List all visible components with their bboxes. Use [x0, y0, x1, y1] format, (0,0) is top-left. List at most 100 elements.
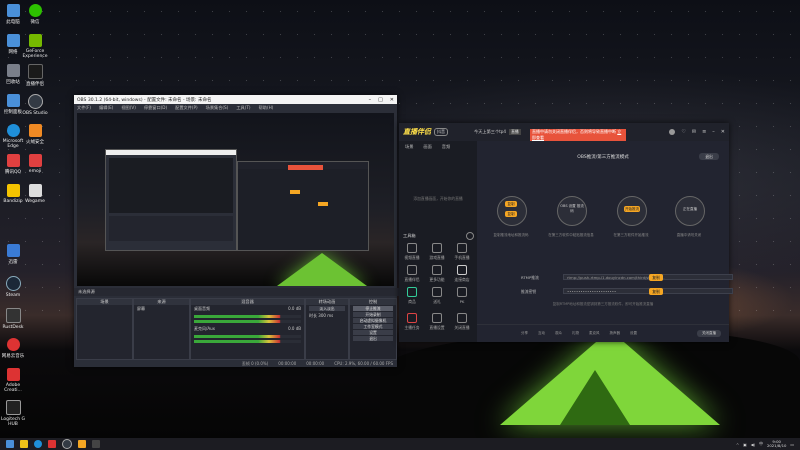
controls-dock: 控制 停止推流 开始录制 启动虚拟摄像机 工作室模式 设置 退出 — [349, 298, 397, 360]
sources-dock: 来源 屏幕 — [133, 298, 190, 360]
scenes-dock-title: 场景 — [77, 299, 132, 305]
tool-game-live[interactable]: 游戏直播 — [426, 243, 448, 261]
desktop-icon-zhibo[interactable]: 直播伴侣 — [22, 64, 48, 87]
virtual-camera-button[interactable]: 启动虚拟摄像机 — [353, 318, 393, 323]
desktop-icon-obs[interactable]: OBS Studio — [22, 94, 48, 116]
stream-title[interactable]: 今天上第三个tp4 — [474, 129, 506, 135]
desktop-icon-rustdesk[interactable]: RustDesk — [0, 308, 26, 330]
mixer-track-db: 0.0 dB — [288, 306, 301, 311]
tool-gift[interactable]: 送礼 — [426, 287, 448, 305]
platform-badge[interactable]: 抖音 — [434, 128, 448, 136]
gift-button[interactable]: 礼物 — [572, 331, 579, 336]
volume-icon[interactable]: ◀) — [751, 442, 755, 447]
tool-phone-live[interactable]: 手机直播 — [451, 243, 473, 261]
share-button[interactable]: 分享 — [521, 331, 528, 336]
zhibo-icon[interactable] — [78, 440, 86, 448]
desktop-icon-adobe[interactable]: Adobe Creati... — [0, 368, 26, 393]
desktop-icon-steam[interactable]: Steam — [0, 276, 26, 298]
network-icon[interactable]: ▣ — [743, 442, 747, 447]
tool-close-live[interactable]: 关闭直播 — [451, 313, 473, 331]
minimize-icon[interactable]: – — [712, 129, 715, 135]
tab-scene[interactable]: 场景 — [405, 144, 413, 150]
menu-docks[interactable]: 停靠窗口(D) — [144, 105, 167, 111]
tool-store[interactable]: 连接商店 — [451, 265, 473, 283]
netease-music-icon — [6, 338, 20, 351]
desktop-icon-wechat[interactable]: 微信 — [22, 4, 48, 25]
scenes-dock: 场景 — [76, 298, 133, 360]
speaker-button[interactable]: 扬声器 — [610, 331, 621, 336]
close-icon[interactable]: ✕ — [390, 97, 394, 103]
desktop-icon-geforce[interactable]: GeForce Experience — [22, 34, 48, 59]
desktop-icon-huorong[interactable]: 火绒安全 — [22, 124, 48, 145]
toolbox-settings-icon[interactable] — [466, 232, 474, 240]
pk-icon — [457, 287, 467, 297]
audio-meter-mic-2 — [194, 340, 301, 343]
mail-icon[interactable]: ✉ — [692, 129, 696, 135]
end-live-button[interactable]: 关闭直播 — [697, 330, 721, 337]
file-explorer-icon[interactable] — [20, 440, 28, 448]
ime-icon[interactable]: 中 — [759, 441, 763, 447]
exit-mode-button[interactable]: 退出 — [699, 153, 719, 160]
qq-icon[interactable] — [48, 440, 56, 448]
rtmp-url-field[interactable]: rtmp://push-rtmp-l1.douyincdn.com/third/… — [563, 274, 733, 280]
tab-picture[interactable]: 画面 — [423, 144, 431, 150]
studio-mode-button[interactable]: 工作室模式 — [353, 324, 393, 329]
recycle-bin-icon — [6, 64, 20, 77]
avatar[interactable] — [669, 129, 676, 135]
tool-pk[interactable]: PK — [451, 287, 473, 304]
heart-icon[interactable]: ♡ — [681, 129, 685, 135]
duration-value[interactable]: 300 ms — [318, 313, 333, 318]
transition-select[interactable]: 淡入淡出 — [309, 306, 345, 311]
stream-key-field[interactable]: •••••••••••••••••••••• — [563, 288, 733, 294]
close-icon[interactable]: ✕ — [721, 129, 725, 135]
obs-title: OBS 30.1.2 (64-bit, windows) - 配置文件: 未命名… — [77, 97, 212, 103]
tool-anchor-task[interactable]: 主播任务 — [401, 313, 423, 331]
desktop-icon-netease-music[interactable]: 网易云音乐 — [0, 338, 26, 359]
menu-icon[interactable]: ≡ — [702, 129, 706, 135]
menu-tools[interactable]: 工具(T) — [236, 105, 250, 111]
notification-icon[interactable]: ▭ — [790, 442, 794, 447]
tool-goods[interactable]: 商品 — [401, 287, 423, 305]
exit-button[interactable]: 退出 — [353, 336, 393, 341]
edge-icon[interactable] — [34, 440, 42, 448]
copy-key-button[interactable]: 复制 — [649, 288, 663, 295]
step-3-start-push[interactable]: 开始推流 — [624, 206, 640, 212]
search-icon[interactable] — [92, 440, 100, 448]
desktop-icon-xunlei[interactable]: 迅雷 — [0, 244, 26, 265]
copy-rtmp-button[interactable]: 复制 — [649, 274, 663, 281]
tool-video-live[interactable]: 视频直播 — [401, 243, 423, 261]
obs-titlebar[interactable]: OBS 30.1.2 (64-bit, windows) - 配置文件: 未命名… — [74, 95, 397, 104]
source-item[interactable]: 屏幕 — [134, 305, 189, 313]
minimize-icon[interactable]: – — [369, 97, 372, 103]
tab-audio[interactable]: 音频 — [442, 144, 450, 150]
maximize-icon[interactable]: □ — [378, 97, 383, 103]
menu-view[interactable]: 视图(V) — [121, 105, 136, 111]
desktop-icon-emoji[interactable]: emoji — [22, 154, 48, 174]
tray-arrow-icon[interactable]: ^ — [736, 442, 739, 447]
settings-button[interactable]: 设置 — [630, 331, 637, 336]
menu-profile[interactable]: 配置文件(P) — [175, 105, 198, 111]
obs-preview[interactable] — [77, 113, 394, 286]
mic-button[interactable]: 麦克风 — [589, 331, 600, 336]
start-recording-button[interactable]: 开始录制 — [353, 312, 393, 317]
stop-streaming-button[interactable]: 停止推流 — [353, 306, 393, 311]
menu-edit[interactable]: 编辑(E) — [99, 105, 113, 111]
tool-companion[interactable]: 直播伴侣 — [401, 265, 423, 283]
menu-file[interactable]: 文件(F) — [77, 105, 91, 111]
step-1-copy-b[interactable]: 复制 — [505, 211, 517, 217]
start-icon[interactable] — [6, 440, 14, 448]
obs-icon[interactable] — [62, 439, 72, 449]
settings-button[interactable]: 设置 — [353, 330, 393, 335]
desktop-icon-wegame[interactable]: Wegame — [22, 184, 48, 204]
interact-button[interactable]: 互动 — [538, 331, 545, 336]
menu-help[interactable]: 帮助(H) — [259, 105, 274, 111]
control-panel-icon — [6, 94, 20, 107]
tool-more[interactable]: 更多功能 — [426, 265, 448, 283]
step-1-copy-a[interactable]: 复制 — [505, 201, 517, 207]
audience-button[interactable]: 观众 — [555, 331, 562, 336]
live-warning-notice[interactable]: 直播中请勿关闭直播伴侣，否则将导致直播中断 立即查看 — [530, 129, 626, 141]
desktop-icon-logitech[interactable]: Logitech G HUB — [0, 400, 26, 427]
menu-scene-collection[interactable]: 场景集合(S) — [206, 105, 229, 111]
tool-live-settings[interactable]: 直播设置 — [426, 313, 448, 331]
clock[interactable]: 9:00 2021/8/10 — [767, 439, 786, 449]
